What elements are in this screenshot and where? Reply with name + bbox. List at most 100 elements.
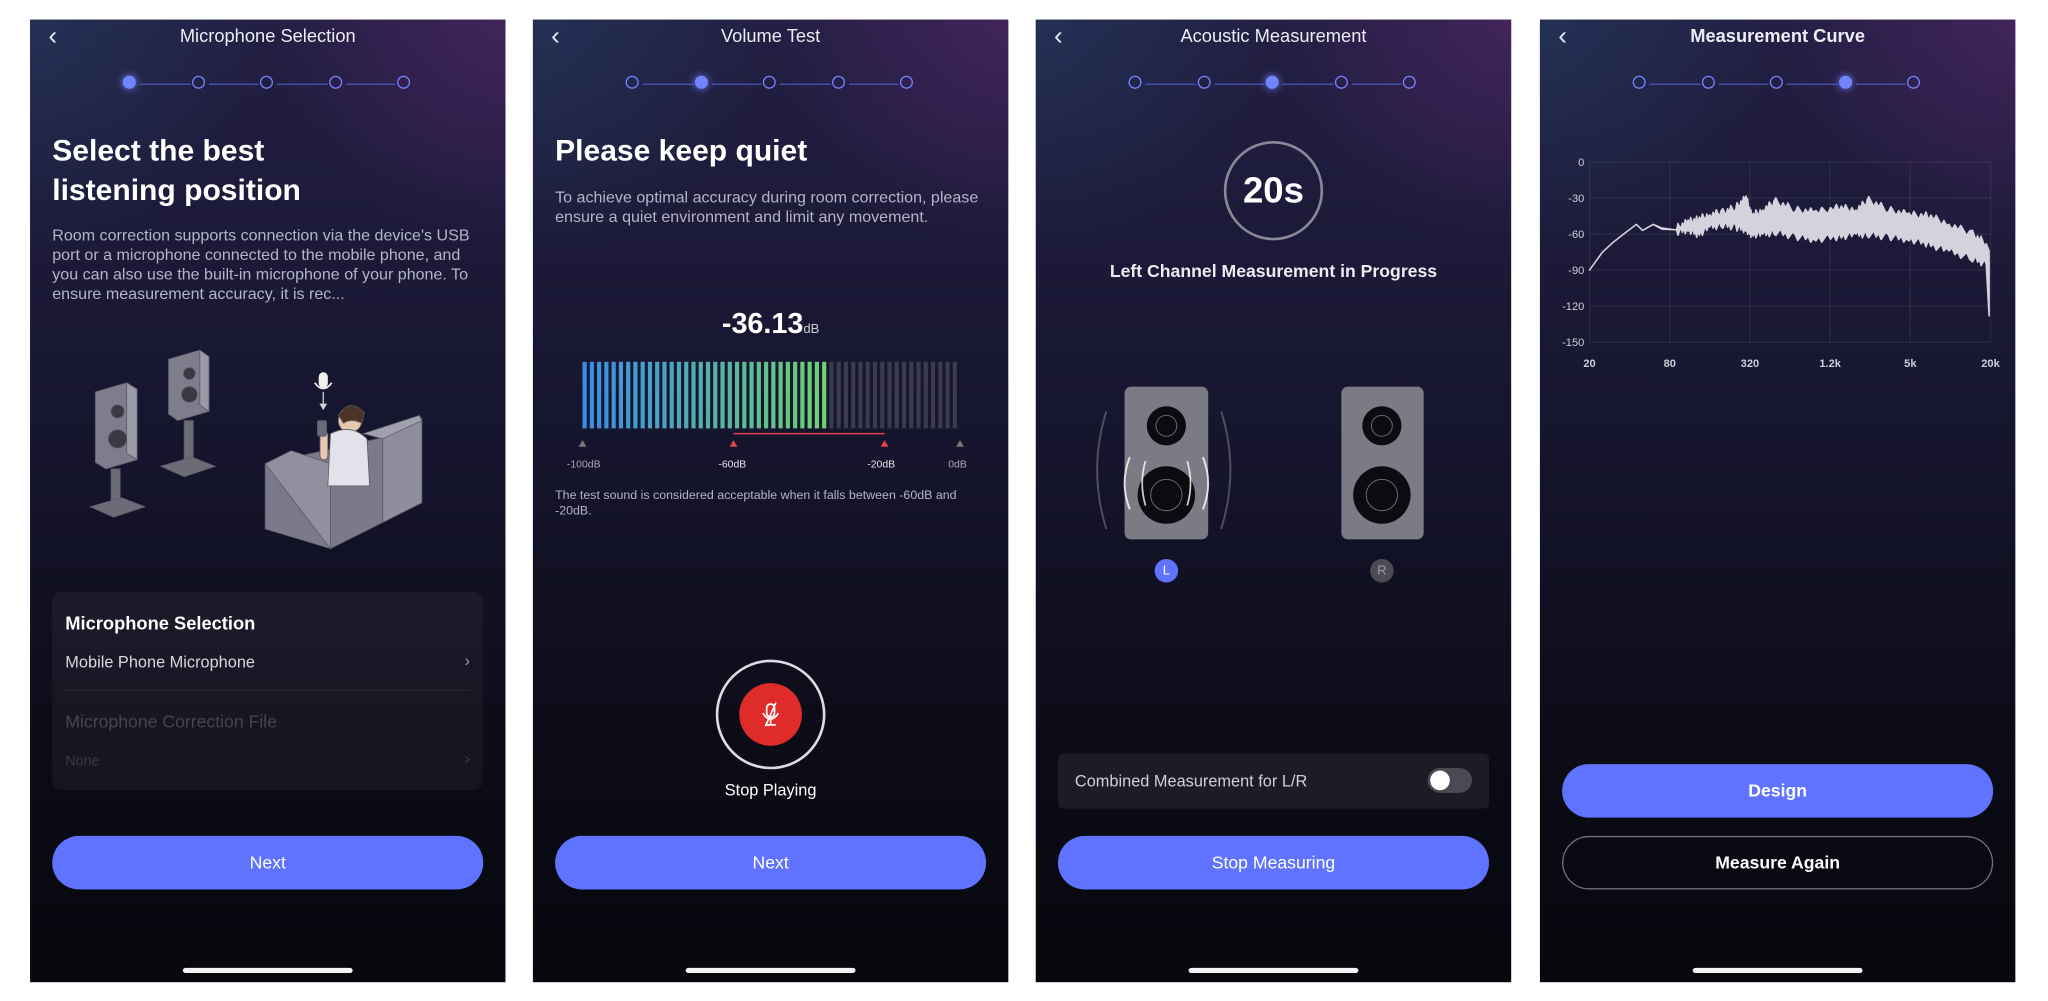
step-dot xyxy=(191,75,205,89)
step-connector xyxy=(1214,82,1265,85)
x-tick-label: 20 xyxy=(1583,358,1595,370)
x-tick-label: 320 xyxy=(1741,358,1760,370)
stop-measuring-button[interactable]: Stop Measuring xyxy=(1057,835,1489,890)
meter-bar xyxy=(684,361,689,429)
step-connector xyxy=(276,82,328,85)
measurement-curve-chart: 0 -30 -60 -90 -120 -150 20 80 320 1.2k 5k 20k xyxy=(1562,157,2001,370)
meter-bar xyxy=(923,361,928,429)
next-button[interactable]: Next xyxy=(52,835,484,890)
step-dot xyxy=(694,75,708,89)
meter-bar xyxy=(647,361,653,429)
meter-bar xyxy=(691,361,696,429)
step-connector xyxy=(1282,82,1333,85)
step-dot xyxy=(397,75,411,89)
step-dot xyxy=(1334,75,1348,89)
meter-bar xyxy=(618,361,624,429)
left-speaker-icon xyxy=(1096,386,1232,540)
x-tick-label: 1.2k xyxy=(1819,358,1841,370)
step-connector xyxy=(848,82,899,85)
design-button[interactable]: Design xyxy=(1562,764,1994,818)
meter-bar xyxy=(611,361,616,429)
meter-bar xyxy=(597,361,602,429)
page-heading: Please keep quiet xyxy=(555,133,808,168)
meter-bar xyxy=(894,361,899,429)
meter-bar xyxy=(756,361,761,429)
y-tick-label: -90 xyxy=(1568,265,1584,277)
combined-measurement-label: Combined Measurement for L/R xyxy=(1074,771,1308,791)
selected-microphone: Mobile Phone Microphone xyxy=(65,653,255,672)
step-dot xyxy=(1838,75,1852,89)
step-dot xyxy=(1128,75,1143,89)
microphone-off-icon xyxy=(739,683,802,746)
step-connector xyxy=(1145,82,1196,85)
measure-again-button[interactable]: Measure Again xyxy=(1562,835,1994,890)
chevron-right-icon: › xyxy=(464,748,471,768)
step-dot xyxy=(626,75,640,89)
step-dot xyxy=(1907,75,1921,89)
acceptable-range-note: The test sound is considered acceptable … xyxy=(555,488,957,518)
y-tick-label: -60 xyxy=(1568,229,1584,241)
combined-measurement-toggle[interactable] xyxy=(1427,767,1472,793)
step-indicator xyxy=(1540,75,2015,92)
combined-measurement-row: Combined Measurement for L/R xyxy=(1057,753,1489,809)
step-dot xyxy=(900,75,914,89)
meter-bar xyxy=(582,361,587,429)
stop-playing-button[interactable] xyxy=(715,659,826,770)
step-dot xyxy=(1633,75,1647,89)
meter-bar xyxy=(589,361,594,429)
volume-meter xyxy=(578,361,964,447)
meter-bar xyxy=(945,361,950,429)
description: Room correction supports connection via … xyxy=(52,225,470,304)
microphone-option-row[interactable]: Mobile Phone Microphone › xyxy=(52,644,483,683)
meter-bar xyxy=(843,361,849,429)
step-dot xyxy=(1403,75,1417,89)
screen-title: Volume Test xyxy=(720,24,821,46)
meter-bar xyxy=(822,361,827,429)
step-dot xyxy=(1701,75,1715,89)
step-dot xyxy=(123,75,137,89)
screen-title: Microphone Selection xyxy=(179,24,356,46)
meter-bar xyxy=(814,361,819,429)
next-button[interactable]: Next xyxy=(555,835,987,890)
meter-bar xyxy=(952,361,957,429)
step-connector xyxy=(1718,82,1769,85)
meter-bar xyxy=(734,361,740,429)
response-curve-area xyxy=(1588,195,1990,317)
meter-bar xyxy=(727,361,732,429)
meter-bar xyxy=(626,361,631,429)
microphone-selection-card: Microphone Selection Mobile Phone Microp… xyxy=(52,591,484,791)
step-dot xyxy=(328,75,343,89)
meter-bar xyxy=(676,361,682,429)
meter-marker xyxy=(956,440,964,447)
meter-bar xyxy=(829,361,834,429)
level-value: -36.13 xyxy=(721,306,804,340)
x-tick-label: 20k xyxy=(1981,358,2000,370)
countdown-timer: 20s xyxy=(1223,141,1324,241)
home-indicator xyxy=(685,967,856,974)
step-connector xyxy=(642,82,693,85)
speakers-and-listener-illustration xyxy=(88,349,423,550)
level-unit: dB xyxy=(803,322,820,337)
meter-bar xyxy=(909,361,914,429)
meter-bar xyxy=(865,361,870,429)
meter-marker xyxy=(880,440,889,447)
meter-bar xyxy=(901,361,907,429)
meter-bar xyxy=(604,361,609,429)
step-dot xyxy=(260,75,274,89)
meter-bar xyxy=(662,361,667,429)
step-dot xyxy=(831,75,845,89)
step-dot xyxy=(1770,75,1784,89)
y-tick-label: -120 xyxy=(1562,301,1584,313)
meter-bar xyxy=(778,361,783,429)
home-indicator xyxy=(1188,967,1359,974)
speakers-graphic xyxy=(1096,386,1424,540)
meter-bar xyxy=(800,361,805,429)
meter-bar xyxy=(836,361,841,429)
meter-bar xyxy=(633,361,638,429)
meter-label-high: -20dB xyxy=(867,458,896,471)
step-connector xyxy=(1855,82,1906,85)
meter-bar xyxy=(764,361,769,429)
meter-bar xyxy=(771,361,776,429)
card-title: Microphone Selection xyxy=(65,612,256,634)
meter-marker xyxy=(729,440,738,447)
